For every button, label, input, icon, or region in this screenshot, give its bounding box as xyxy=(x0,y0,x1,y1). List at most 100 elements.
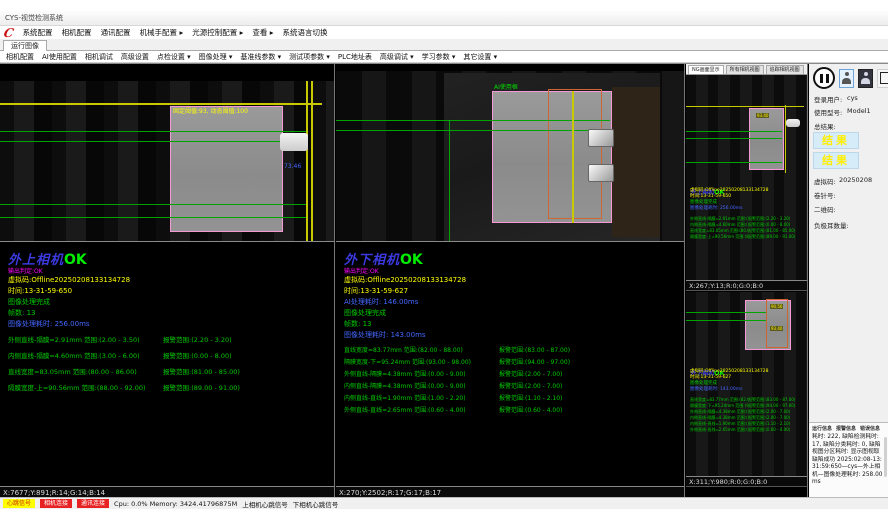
mini-barcode: 虚拟码:Offline20250208133134728 xyxy=(690,369,768,375)
measure-line xyxy=(0,131,308,132)
toolbar-item[interactable]: PLC地址表 xyxy=(338,52,372,62)
preview-image-2[interactable]: 90.56 93.40 外下相机OK 虚拟码:Offline2025020813… xyxy=(686,292,808,476)
measurement-row: 外侧直线-隔膜=4.38mm 范围:(0.00 - 9.00)报警范围:(2.0… xyxy=(344,369,562,378)
app-window: CYS-视觉检测系统 C 系统配置相机配置通讯配置机械手配置 ▸光源控制配置 ▸… xyxy=(0,0,888,522)
login-user-value: cys xyxy=(847,94,858,102)
done-line: 图像处理完成 xyxy=(344,308,386,318)
toolbar-item[interactable]: 学习参数 ▾ xyxy=(422,52,456,62)
result-box-2: 结果 xyxy=(813,152,859,169)
app-logo-icon: C xyxy=(3,27,15,39)
toolbar-item[interactable]: 相机配置 xyxy=(6,52,34,62)
frames-line: 帧数: 13 xyxy=(8,308,36,318)
measure-line xyxy=(0,204,308,205)
toolbar-item[interactable]: 基准线参数 ▾ xyxy=(240,52,281,62)
pause-icon xyxy=(826,74,829,83)
status-bar: 心跳信号 相机连接 通讯连接 Cpu: 0.0% Memory: 3424.41… xyxy=(0,497,888,509)
ai-box-label: AI使用框 xyxy=(494,82,518,91)
camera-panel-middle: AI使用框 外下相机OK 输出判定:OK 虚拟码:Offline20250208… xyxy=(336,64,685,498)
baseline-yellow-line xyxy=(686,106,804,107)
log-tab-run[interactable]: 运行信息 xyxy=(812,425,832,432)
menu-item[interactable]: 系统语言切换 xyxy=(283,27,328,38)
ai-time-line: AI处理耗时: 146.00ms xyxy=(344,297,418,307)
preview-tab-track[interactable]: 追踪相机视图 xyxy=(766,65,804,74)
blue-measure-mark: 73.46 xyxy=(284,163,301,170)
pause-button[interactable] xyxy=(813,67,835,89)
up-camera-heartbeat: 上相机心跳信号 xyxy=(242,499,288,509)
camera-connect-badge: 相机连接 xyxy=(40,499,72,508)
toolbar: 相机配置 AI使用配置相机调试高级设置点检设置 ▾ 图像处理 ▾ 基准线参数 ▾ 测试项… xyxy=(0,51,888,63)
menu-item[interactable]: 查看 ▸ xyxy=(252,27,273,38)
sidebar-button-row xyxy=(813,67,888,89)
tab-count-label: 负极耳数量: xyxy=(814,220,849,230)
measure-line xyxy=(686,131,782,132)
vcode-value: 20250208 xyxy=(839,176,872,184)
total-result-label: 总结果: xyxy=(814,121,836,131)
toolbar-item[interactable]: AI使用配置 xyxy=(42,52,77,62)
measurement-row: 直线宽度=83.05mm 范围:(80.00 - 86.00)报警范围:(81.… xyxy=(8,366,240,376)
edge-yellow-line xyxy=(306,81,308,241)
mini-measurement-row: 外侧直线-直线=2.65mm 范围:(0.60 - 4.00)报警范围:(0.6… xyxy=(690,427,790,433)
measure-line xyxy=(336,120,610,121)
frames-line: 帧数: 13 xyxy=(344,319,372,329)
measurement-row: 内侧直线-直线=1.90mm 范围:(1.00 - 2.20)报警范围:(1.1… xyxy=(344,393,562,402)
camera-image-middle[interactable]: AI使用框 xyxy=(336,71,685,241)
judge-line: 输出判定:OK xyxy=(8,266,43,275)
pixel-coords-preview-2: X:311;Y:980;R:0;G:0;B:0 xyxy=(686,476,808,487)
admin-button[interactable] xyxy=(858,69,873,88)
menu-item[interactable]: 通讯配置 xyxy=(101,27,131,38)
camera-image-left[interactable]: 固定阈值:93, 动态阈值:100 73.46 xyxy=(0,81,335,241)
toolbar-item[interactable]: 测试项参数 ▾ xyxy=(289,52,330,62)
preview-tab-strip: NG画面显示 所有相机视图 追踪相机视图 xyxy=(686,64,808,75)
mini-barcode: 虚拟码:Offline20250208133134728 xyxy=(690,188,768,194)
ai-detect-box xyxy=(548,89,602,219)
measurement-row: 隔膜宽度-下=95.24mm 范围:(93.00 - 98.00)报警范围:(9… xyxy=(344,357,570,366)
result-ok: OK xyxy=(64,252,87,268)
measure-line xyxy=(0,217,308,218)
result-ok: OK xyxy=(400,252,423,268)
mini-time: 时间:13-31-59-650 xyxy=(690,194,731,200)
menu-item[interactable]: 机械手配置 ▸ xyxy=(140,27,184,38)
heartbeat-badge: 心跳信号 xyxy=(3,499,35,508)
model-value: Model1 xyxy=(847,107,871,115)
log-panel: 运行信息 报警信息 错误信息 耗时: 222, 缺陷检测耗时: 17, 缺陷分类… xyxy=(809,422,888,498)
measurement-row: 隔膜宽度-上=90.56mm 范围:(88.00 - 92.00)报警范围:(8… xyxy=(8,382,240,392)
window-title: CYS-视觉检测系统 xyxy=(5,14,63,22)
down-camera-heartbeat: 下相机心跳信号 xyxy=(293,499,339,509)
toolbar-item[interactable]: 高级调试 ▾ xyxy=(380,52,414,62)
mini-done: 图像处理完成 xyxy=(690,200,717,206)
menu-item[interactable]: 光源控制配置 ▸ xyxy=(192,27,243,38)
preview-tab-all[interactable]: 所有相机视图 xyxy=(726,65,764,74)
exit-button[interactable] xyxy=(877,69,888,88)
user-login-button[interactable] xyxy=(839,69,854,88)
log-scrollbar[interactable] xyxy=(884,437,887,477)
preview-tab-ng[interactable]: NG画面显示 xyxy=(688,65,724,74)
baseline-yellow-line xyxy=(0,103,322,105)
toolbar-item[interactable]: 其它设置 ▾ xyxy=(463,52,497,62)
toolbar-item[interactable]: 高级设置 xyxy=(121,52,149,62)
log-tab-alarm[interactable]: 报警信息 xyxy=(836,425,856,432)
pixel-coords-preview-1: X:267;Y:13;R:0;G:0;B:0 xyxy=(686,280,808,291)
measure-line xyxy=(336,130,610,131)
log-tab-error[interactable]: 错误信息 xyxy=(860,425,880,432)
preview-image-1[interactable]: 93.40 外上相机OK 虚拟码:Offline2025020813313472… xyxy=(686,75,808,280)
menu-item[interactable]: 系统配置 xyxy=(23,27,53,38)
measure-line xyxy=(0,141,308,142)
mini-done: 图像处理完成 xyxy=(690,381,717,387)
divider xyxy=(0,241,335,242)
login-user-label: 登录用户: xyxy=(814,94,842,104)
log-tab-strip: 运行信息 报警信息 错误信息 xyxy=(809,423,888,433)
measure-line xyxy=(686,138,782,139)
toolbar-item[interactable]: 点检设置 ▾ xyxy=(157,52,191,62)
cpu-memory-text: Cpu: 0.0% Memory: 3424.41796875M xyxy=(114,500,237,508)
menu-bar: C 系统配置相机配置通讯配置机械手配置 ▸ 光源控制配置 ▸ 查看 ▸ 系统语言切换 xyxy=(0,26,888,39)
detected-part-region xyxy=(170,106,283,232)
toolbar-item[interactable]: 相机调试 xyxy=(85,52,113,62)
barcode-line: 虚拟码:Offline20250208133134728 xyxy=(344,275,466,285)
needle-label: 卷针号: xyxy=(814,190,836,200)
measurement-row: 外侧直线-隔膜=2.91mm 范围:(2.00 - 3.50)报警范围:(2.2… xyxy=(8,334,232,344)
barcode-line: 虚拟码:Offline20250208133134728 xyxy=(8,275,130,285)
log-text: 耗时: 222, 缺陷检测耗时: 17, 缺陷分类耗时: 0, 缺陷视图分区耗时… xyxy=(809,433,888,487)
toolbar-item[interactable]: 图像处理 ▾ xyxy=(199,52,233,62)
pause-icon xyxy=(820,74,823,83)
menu-item[interactable]: 相机配置 xyxy=(62,27,92,38)
